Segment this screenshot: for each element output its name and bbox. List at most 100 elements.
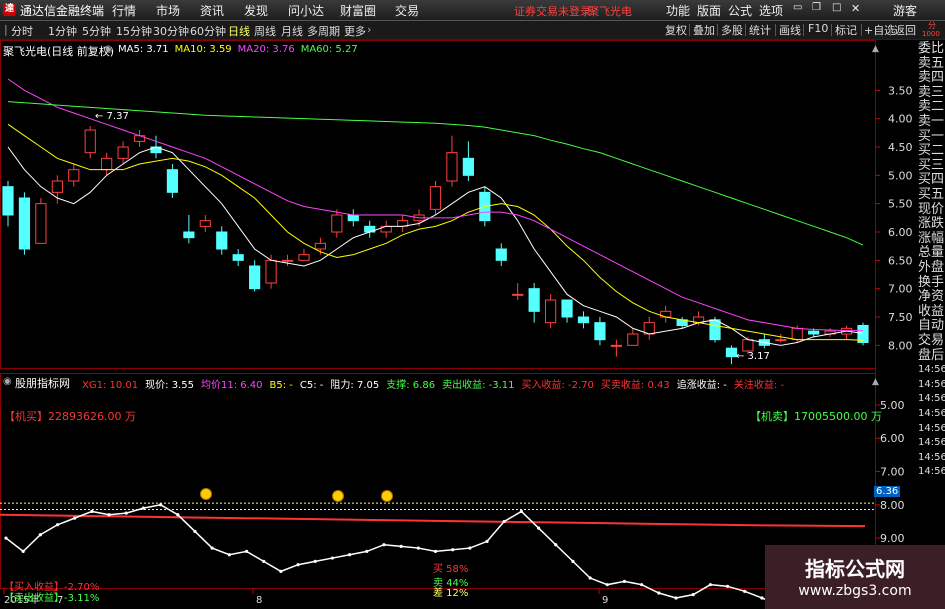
side-panel-item[interactable]: 外盘: [918, 261, 944, 275]
side-panel-item[interactable]: 涨跌: [918, 217, 944, 231]
period-weekly[interactable]: 周线: [254, 23, 276, 39]
chart-canvas[interactable]: 8.00 7.50 7.00 6.50 6.00 5.50 5.00 4.50 4.00 3.50…: [0, 40, 916, 609]
period-multi[interactable]: 多周期: [307, 23, 340, 39]
side-panel-item[interactable]: 净资: [918, 290, 944, 304]
btn-f10[interactable]: F10: [806, 22, 830, 35]
sub-price-point: [141, 506, 146, 510]
period-5min[interactable]: 5分钟: [82, 23, 111, 39]
btn-mark[interactable]: 标记: [833, 22, 859, 38]
ma-legend-0: MA5: 3.71: [118, 44, 169, 55]
menu-ask[interactable]: 问小达: [288, 2, 324, 19]
side-panel-item[interactable]: 现价: [918, 202, 944, 217]
side-panel-item[interactable]: 买五: [918, 188, 944, 202]
sub-param-2: 均价11: 6.40: [200, 380, 263, 391]
period-30min[interactable]: 30分钟: [153, 23, 189, 39]
ma-toggle-icon[interactable]: ◉: [104, 44, 113, 55]
menu-options[interactable]: 选项: [759, 2, 783, 19]
menu-news[interactable]: 资讯: [200, 2, 224, 19]
period-monthly[interactable]: 月线: [281, 23, 303, 39]
sub-price-point: [588, 576, 592, 580]
side-panel-item[interactable]: 14:56: [918, 363, 945, 377]
side-panel-item[interactable]: 买三: [918, 158, 944, 173]
side-panel-item[interactable]: 14:56: [918, 407, 945, 421]
period-60min[interactable]: 60分钟: [190, 23, 226, 39]
chart-collapse-icon[interactable]: ▲: [872, 44, 879, 54]
side-panel-item[interactable]: 卖五: [918, 56, 944, 71]
price-tick-label: 8.00: [888, 339, 913, 352]
side-panel-item[interactable]: 收益: [918, 304, 944, 319]
candle-body: [544, 299, 557, 324]
side-panel-item[interactable]: 涨幅: [918, 231, 944, 246]
side-panel-item[interactable]: 盘后: [918, 348, 944, 363]
sub-price-point: [348, 553, 352, 557]
menu-formula[interactable]: 公式: [728, 2, 752, 19]
period-daily[interactable]: 日线: [228, 23, 250, 39]
side-panel-item[interactable]: 换手: [918, 275, 944, 290]
side-panel-item[interactable]: 委比: [918, 42, 944, 56]
period-more[interactable]: 更多: [344, 23, 366, 39]
btn-back[interactable]: 返回: [892, 22, 918, 38]
menu-wealth[interactable]: 财富圈: [340, 2, 376, 19]
period-1min[interactable]: 1分钟: [48, 23, 77, 39]
period-fenshi[interactable]: 分时: [11, 23, 33, 39]
menu-market[interactable]: 行情: [112, 2, 136, 19]
side-panel-item[interactable]: 总量: [918, 246, 944, 260]
guest-label[interactable]: 游客: [893, 2, 917, 19]
side-panel-item[interactable]: 买一: [918, 129, 944, 144]
sub-price-point: [725, 584, 730, 588]
side-panel-item[interactable]: 14:56: [918, 392, 945, 406]
price-tick-label: 7.00: [888, 283, 913, 296]
sub-tick-label: 5.00: [880, 399, 905, 412]
sub-params: XG1: 10.01 现价: 3.55 均价11: 6.40 B5: - C5: - 阻力…: [82, 376, 791, 391]
period-15min[interactable]: 15分钟: [116, 23, 152, 39]
side-panel-item[interactable]: 14:56: [918, 422, 945, 436]
smiley-icon: [200, 488, 212, 500]
side-panel-item[interactable]: 卖三: [918, 85, 944, 100]
side-panel-item[interactable]: 自动: [918, 319, 944, 333]
ma-legend-3: MA60: 5.27: [300, 44, 358, 55]
close-icon[interactable]: ✕: [851, 2, 860, 15]
candle-body: [2, 186, 14, 216]
toolbar-expand-icon[interactable]: |: [4, 23, 8, 36]
quote-side-panel: 委比 卖五 卖四 卖三 卖二 卖一 买一 买二 买三 买四 买五 现价 涨跌 涨幅 总量 外盘 换手 净资 收益 自动…: [916, 40, 945, 545]
minimize-icon[interactable]: ▭: [793, 2, 802, 13]
side-panel-item[interactable]: 14:56: [918, 451, 945, 465]
restore-icon[interactable]: ❐: [812, 2, 821, 13]
btn-draw[interactable]: 画线: [777, 22, 803, 38]
more-chevron-icon[interactable]: ›: [367, 23, 371, 36]
menu-trade[interactable]: 交易: [395, 2, 419, 19]
maximize-icon[interactable]: □: [832, 2, 841, 13]
sub-toggle-icon[interactable]: ◉: [3, 376, 12, 387]
side-panel-item[interactable]: 买四: [918, 173, 944, 187]
candle-body: [808, 330, 820, 335]
side-panel-item[interactable]: 14:56: [918, 378, 945, 392]
menu-discover[interactable]: 发现: [244, 2, 268, 19]
sub-param-11: 关注收益: -: [733, 380, 785, 391]
smiley-icon: [381, 490, 393, 502]
btn-multistock[interactable]: 多股: [719, 22, 745, 38]
sub-price-point: [622, 579, 627, 583]
jimai-sell-label: 【机卖】17005500.00 万: [750, 410, 882, 423]
sub-collapse-icon[interactable]: ▲: [872, 377, 879, 387]
candle-body: [775, 339, 787, 342]
btn-stats[interactable]: 统计: [747, 22, 773, 38]
price-tick-label: 4.50: [888, 141, 913, 154]
btn-overlay[interactable]: 叠加: [691, 22, 717, 38]
candle-body: [298, 254, 310, 261]
candle-body: [166, 169, 179, 193]
candle-body: [18, 197, 31, 250]
side-panel-item[interactable]: 14:56: [918, 436, 945, 450]
menu-exchange[interactable]: 市场: [156, 2, 180, 19]
side-panel-item[interactable]: 买二: [918, 144, 944, 158]
menu-function[interactable]: 功能: [666, 2, 690, 19]
side-panel-item[interactable]: 14:56: [918, 465, 945, 479]
side-panel-item[interactable]: 卖二: [918, 100, 944, 114]
candle-body: [742, 339, 754, 352]
login-alert[interactable]: 证券交易未登录: [514, 3, 591, 19]
side-panel-item[interactable]: 交易: [918, 334, 944, 348]
side-panel-item[interactable]: 卖一: [918, 115, 944, 129]
menu-layout[interactable]: 版面: [697, 2, 721, 19]
btn-fuquan[interactable]: 复权: [663, 22, 689, 38]
sub-price-point: [244, 549, 249, 553]
side-panel-item[interactable]: 卖四: [918, 71, 944, 85]
